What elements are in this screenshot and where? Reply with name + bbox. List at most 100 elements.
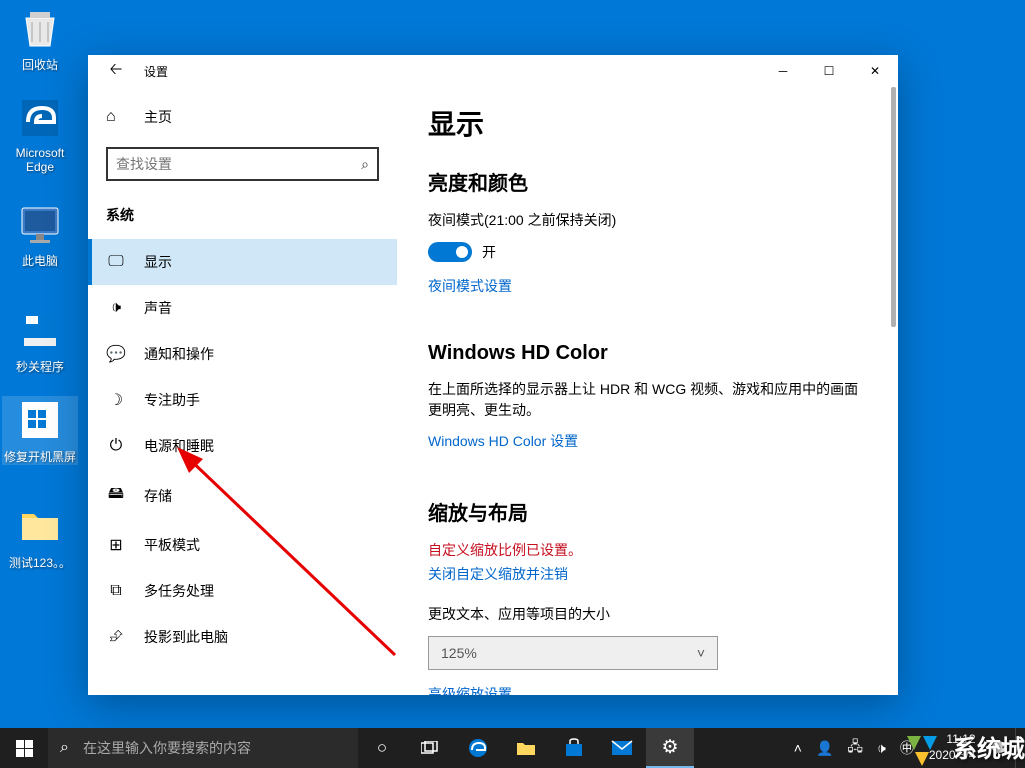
desktop-icon-label: 此电脑 [2, 252, 78, 269]
maximize-button[interactable]: ☐ [806, 55, 852, 87]
night-mode-toggle[interactable]: 开 [428, 242, 868, 262]
advanced-scale-link[interactable]: 高级缩放设置 [428, 684, 868, 695]
nav-project[interactable]: ⮵ 投影到此电脑 [88, 614, 397, 660]
windows-icon [16, 740, 33, 757]
scale-reset-link[interactable]: 关闭自定义缩放并注销 [428, 564, 868, 584]
dropdown-value: 125% [441, 645, 477, 661]
night-mode-label: 夜间模式(21:00 之前保持关闭) [428, 210, 868, 230]
tray-clock[interactable]: 11:12 2020/3/4 [921, 732, 984, 763]
nav-label: 投影到此电脑 [144, 627, 228, 647]
search-icon: ⌕ [361, 156, 369, 173]
cortana-button[interactable]: ○ [358, 728, 406, 768]
back-button[interactable]: 🡠 [96, 55, 136, 87]
section-scale: 缩放与布局 [428, 497, 868, 526]
nav-power[interactable]: ⏻ 电源和睡眠 [88, 423, 397, 469]
gear-icon: ⚙ [661, 736, 678, 759]
folder-icon [16, 502, 64, 550]
nav-multitask[interactable]: ⧉ 多任务处理 [88, 568, 397, 614]
tray-ime[interactable]: ㊥ [893, 738, 921, 758]
task-view-button[interactable] [406, 728, 454, 768]
nav-tablet[interactable]: ⊞ 平板模式 [88, 522, 397, 568]
taskbar-store[interactable] [550, 728, 598, 768]
desktop-icon-label: 回收站 [2, 56, 78, 73]
scrollbar-thumb[interactable] [891, 87, 896, 327]
recycle-bin-icon [16, 4, 64, 52]
section-brightness: 亮度和颜色 [428, 167, 868, 196]
night-mode-settings-link[interactable]: 夜间模式设置 [428, 276, 868, 296]
nav-storage[interactable]: 🖴 存储 [88, 469, 397, 522]
monitor-icon [16, 200, 64, 248]
start-button[interactable] [0, 728, 48, 768]
edge-icon [16, 94, 64, 142]
titlebar[interactable]: 🡠 设置 ─ ☐ ✕ [88, 55, 898, 87]
close-button[interactable]: ✕ [852, 55, 898, 87]
desktop-icon-app2[interactable]: 修复开机黑屏 [2, 396, 78, 465]
power-icon: ⏻ [106, 437, 126, 455]
nav-label: 平板模式 [144, 535, 200, 555]
nav-label: 专注助手 [144, 390, 200, 410]
section-hdcolor: Windows HD Color [428, 342, 868, 365]
nav-label: 声音 [144, 298, 172, 318]
project-icon: ⮵ [106, 628, 126, 646]
tray-action-center[interactable]: 💬 [984, 740, 1015, 757]
desktop-icon-folder[interactable]: 测试123。。 [2, 502, 78, 571]
search-icon: ⌕ [60, 739, 69, 757]
nav-label: 显示 [144, 252, 172, 272]
desktop-icon-edge[interactable]: Microsoft Edge [2, 94, 78, 174]
nav-label: 电源和睡眠 [144, 436, 214, 456]
system-tray: ˄ 👤 🖧 🕩 ㊥ 11:12 2020/3/4 💬 [787, 728, 1025, 768]
tray-chevron[interactable]: ˄ [787, 740, 809, 756]
toggle-switch[interactable] [428, 242, 472, 262]
search-box[interactable]: ⌕ [106, 147, 379, 181]
desktop-icon-label: 修复开机黑屏 [2, 448, 78, 465]
home-label: 主页 [144, 107, 172, 127]
search-input[interactable] [116, 156, 361, 172]
taskbar-settings[interactable]: ⚙ [646, 728, 694, 768]
notifications-icon: 💬 [106, 344, 126, 364]
settings-window: 🡠 设置 ─ ☐ ✕ ⌂ 主页 ⌕ 系统 🖵 显示 🕩 [88, 55, 898, 695]
home-button[interactable]: ⌂ 主页 [88, 97, 397, 137]
taskbar-mail[interactable] [598, 728, 646, 768]
window-title: 设置 [144, 63, 168, 80]
sidebar: ⌂ 主页 ⌕ 系统 🖵 显示 🕩 声音 💬 通知和操作 ☽ [88, 87, 398, 695]
nav-display[interactable]: 🖵 显示 [88, 239, 397, 285]
show-desktop-button[interactable] [1015, 728, 1021, 768]
scale-dropdown[interactable]: 125% ˅ [428, 636, 718, 670]
tray-volume[interactable]: 🕩 [870, 740, 893, 757]
text-size-label: 更改文本、应用等项目的大小 [428, 604, 868, 624]
desktop-icon-this-pc[interactable]: 此电脑 [2, 200, 78, 269]
desktop-icon-label: 秒关程序 [2, 358, 78, 375]
chevron-down-icon: ˅ [697, 645, 705, 661]
app-icon [16, 306, 64, 354]
desktop-icon-label: Microsoft Edge [2, 146, 78, 174]
scrollbar[interactable] [882, 87, 898, 695]
nav-label: 存储 [144, 486, 172, 506]
storage-icon: 🖴 [106, 482, 126, 509]
taskbar-explorer[interactable] [502, 728, 550, 768]
tray-people[interactable]: 👤 [809, 740, 840, 757]
desktop-icon-label: 测试123。。 [2, 554, 78, 571]
hdcolor-desc: 在上面所选择的显示器上让 HDR 和 WCG 视频、游戏和应用中的画面更明亮、更… [428, 379, 868, 421]
page-title: 显示 [428, 103, 868, 143]
nav-focus[interactable]: ☽ 专注助手 [88, 377, 397, 423]
taskbar-edge[interactable] [454, 728, 502, 768]
taskbar-search[interactable]: ⌕ 在这里输入你要搜索的内容 [48, 728, 358, 768]
nav-label: 通知和操作 [144, 344, 214, 364]
taskbar: ⌕ 在这里输入你要搜索的内容 ○ ⚙ ˄ 👤 🖧 🕩 ㊥ 11:12 2020/… [0, 728, 1025, 768]
nav-sound[interactable]: 🕩 声音 [88, 285, 397, 331]
display-icon: 🖵 [106, 253, 126, 271]
tray-network[interactable]: 🖧 [840, 736, 870, 760]
desktop-icon-app1[interactable]: 秒关程序 [2, 306, 78, 375]
multitask-icon: ⧉ [106, 582, 126, 600]
sound-icon: 🕩 [106, 299, 126, 317]
hdcolor-settings-link[interactable]: Windows HD Color 设置 [428, 431, 868, 451]
content-area: 显示 亮度和颜色 夜间模式(21:00 之前保持关闭) 开 夜间模式设置 Win… [398, 87, 898, 695]
home-icon: ⌂ [106, 108, 126, 126]
nav-notifications[interactable]: 💬 通知和操作 [88, 331, 397, 377]
time: 11:12 [929, 732, 976, 748]
app-icon [16, 396, 64, 444]
tablet-icon: ⊞ [106, 535, 126, 555]
toggle-state: 开 [482, 242, 496, 262]
desktop-icon-recycle-bin[interactable]: 回收站 [2, 4, 78, 73]
minimize-button[interactable]: ─ [760, 55, 806, 87]
